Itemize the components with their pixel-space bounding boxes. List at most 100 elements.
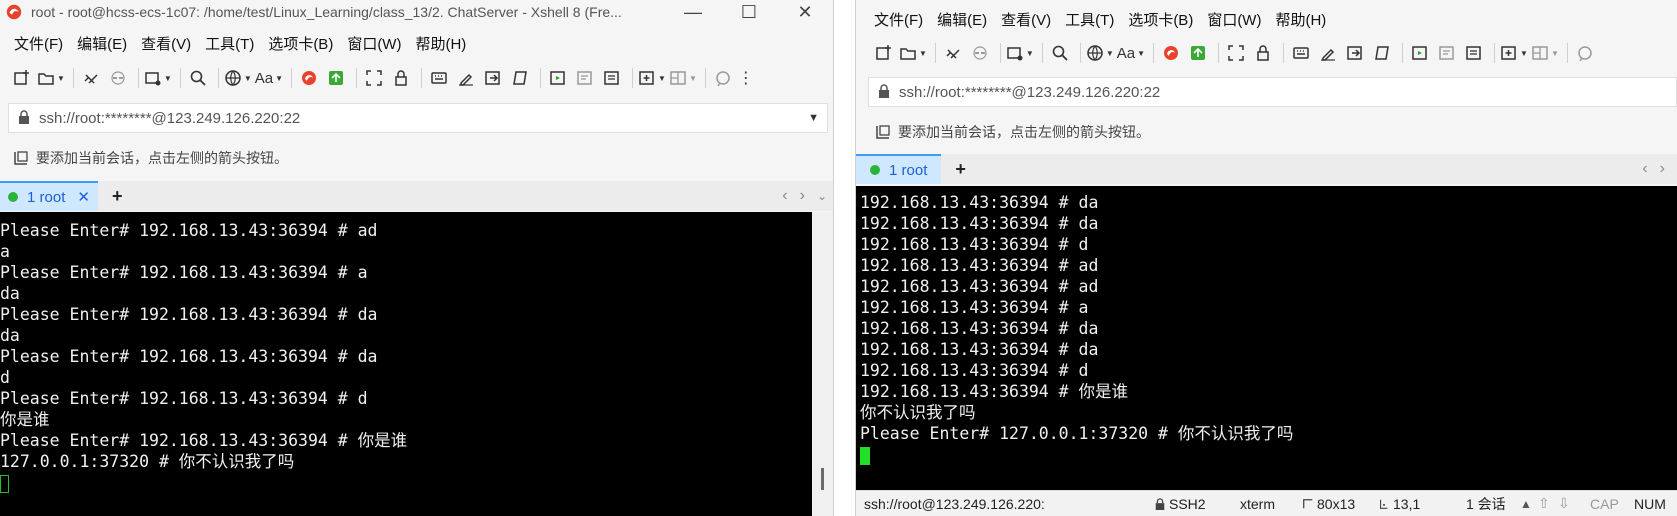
notes-icon[interactable] <box>1462 40 1486 66</box>
terminal-line: 192.168.13.43:36394 # a <box>860 298 1089 317</box>
tab-next-icon[interactable]: › <box>800 187 805 205</box>
tab-close-icon[interactable]: ✕ <box>77 188 90 206</box>
address-bar[interactable]: ssh://root:********@123.249.126.220:22 ▼ <box>8 103 828 133</box>
tab-prev-icon[interactable]: ‹ <box>1642 160 1647 178</box>
lock-icon <box>17 109 31 127</box>
notes-icon[interactable] <box>600 65 624 91</box>
keyboard-icon[interactable] <box>427 65 451 91</box>
tab-session-1[interactable]: 1 root ✕ <box>0 181 98 211</box>
menu-tools[interactable]: 工具(T) <box>205 33 254 54</box>
compose-bar-icon[interactable] <box>546 65 570 91</box>
tab-session-1[interactable]: 1 root <box>856 154 942 184</box>
menu-tab[interactable]: 选项卡(B) <box>1128 9 1193 30</box>
menu-edit[interactable]: 编辑(E) <box>937 9 987 30</box>
connect-icon[interactable] <box>79 65 103 91</box>
menu-window[interactable]: 窗口(W) <box>347 33 401 54</box>
menu-edit[interactable]: 编辑(E) <box>77 33 127 54</box>
open-folder-icon[interactable]: ▼ <box>899 40 927 66</box>
new-tab-icon[interactable]: ▼ <box>1500 40 1528 66</box>
menu-help[interactable]: 帮助(H) <box>1275 9 1326 30</box>
menu-view[interactable]: 查看(V) <box>141 33 191 54</box>
disconnect-icon[interactable] <box>106 65 130 91</box>
compose-bar-icon[interactable] <box>1408 40 1432 66</box>
xftp-icon[interactable] <box>1186 40 1210 66</box>
quick-commands-icon[interactable] <box>573 65 597 91</box>
address-dropdown-icon[interactable]: ▼ <box>808 112 819 124</box>
menu-file[interactable]: 文件(F) <box>874 9 923 30</box>
terminal-scrollbar[interactable] <box>812 212 833 516</box>
hint-text: 要添加当前会话，点击左侧的箭头按钮。 <box>36 150 288 166</box>
tab-bar: 1 root ✕ + ‹ › ⌄ <box>0 181 833 211</box>
xshell-logo-icon <box>6 4 22 20</box>
tab-next-icon[interactable]: › <box>1660 160 1665 178</box>
tab-list-icon[interactable]: ⌄ <box>817 189 827 203</box>
address-bar[interactable]: ssh://root:********@123.249.126.220:22 <box>868 77 1677 107</box>
globe-icon[interactable]: ▼ <box>224 65 252 91</box>
terminal-left[interactable]: Please Enter# 192.168.13.43:36394 # ad a… <box>0 212 812 516</box>
close-button[interactable]: ✕ <box>777 0 833 24</box>
font-icon[interactable]: Aa ▼ <box>255 65 283 91</box>
menu-window[interactable]: 窗口(W) <box>1207 9 1261 30</box>
disconnect-icon[interactable] <box>968 40 992 66</box>
transfer-icon[interactable] <box>481 65 505 91</box>
layout-icon[interactable]: ▼ <box>1531 40 1559 66</box>
chat-icon[interactable] <box>1573 40 1597 66</box>
maximize-button[interactable]: ☐ <box>721 0 777 24</box>
scroll-thumb[interactable] <box>821 468 824 490</box>
menu-view[interactable]: 查看(V) <box>1001 9 1051 30</box>
minimize-button[interactable]: — <box>665 0 721 24</box>
xshell-icon[interactable] <box>1159 40 1183 66</box>
search-icon[interactable] <box>186 65 210 91</box>
session-status-dot <box>8 192 18 202</box>
chat-icon[interactable] <box>711 65 735 91</box>
xftp-icon[interactable] <box>324 65 348 91</box>
font-icon[interactable]: Aa ▼ <box>1117 40 1145 66</box>
menu-help[interactable]: 帮助(H) <box>415 33 466 54</box>
menu-tools[interactable]: 工具(T) <box>1065 9 1114 30</box>
script-icon[interactable] <box>508 65 532 91</box>
new-tab-button[interactable]: + <box>112 186 123 207</box>
fullscreen-icon[interactable] <box>1224 40 1248 66</box>
tab-prev-icon[interactable]: ‹ <box>782 187 787 205</box>
highlight-icon[interactable] <box>454 65 478 91</box>
globe-icon[interactable]: ▼ <box>1086 40 1114 66</box>
title-bar: root - root@hcss-ecs-1c07: /home/test/Li… <box>0 0 833 24</box>
address-text[interactable]: ssh://root:********@123.249.126.220:22 <box>899 84 1676 101</box>
add-session-icon[interactable] <box>874 123 892 141</box>
terminal-line: a <box>0 242 10 261</box>
menu-file[interactable]: 文件(F) <box>14 33 63 54</box>
search-icon[interactable] <box>1048 40 1072 66</box>
new-window-icon[interactable]: ▼ <box>144 65 172 91</box>
transfer-icon[interactable] <box>1343 40 1367 66</box>
session-up-icon[interactable]: ▲ <box>1520 497 1538 511</box>
add-session-icon[interactable] <box>12 149 30 167</box>
xshell-icon[interactable] <box>297 65 321 91</box>
tab-label: 1 root <box>889 161 928 179</box>
quick-commands-icon[interactable] <box>1435 40 1459 66</box>
scroll-down-icon[interactable]: ⇩ <box>1558 495 1590 512</box>
keyboard-icon[interactable] <box>1289 40 1313 66</box>
layout-icon[interactable]: ▼ <box>669 65 697 91</box>
new-tab-icon[interactable]: ▼ <box>638 65 666 91</box>
menu-tab[interactable]: 选项卡(B) <box>268 33 333 54</box>
menu-bar: 文件(F) 编辑(E) 查看(V) 工具(T) 选项卡(B) 窗口(W) 帮助(… <box>0 30 833 56</box>
terminal-right[interactable]: 192.168.13.43:36394 # da 192.168.13.43:3… <box>856 186 1677 490</box>
window-divider <box>833 0 856 516</box>
new-window-icon[interactable]: ▼ <box>1006 40 1034 66</box>
fullscreen-icon[interactable] <box>362 65 386 91</box>
lock-icon[interactable] <box>389 65 413 91</box>
hint-text: 要添加当前会话，点击左侧的箭头按钮。 <box>898 124 1150 140</box>
lock-icon[interactable] <box>1251 40 1275 66</box>
lock-icon <box>877 83 891 101</box>
more-icon[interactable]: ⋮ <box>738 65 754 91</box>
connect-icon[interactable] <box>941 40 965 66</box>
address-text[interactable]: ssh://root:********@123.249.126.220:22 <box>39 110 808 127</box>
new-session-icon[interactable] <box>872 40 896 66</box>
open-folder-icon[interactable]: ▼ <box>37 65 65 91</box>
terminal-line: 192.168.13.43:36394 # 你是谁 <box>860 382 1129 401</box>
highlight-icon[interactable] <box>1316 40 1340 66</box>
scroll-up-icon[interactable]: ⇧ <box>1538 495 1558 512</box>
script-icon[interactable] <box>1370 40 1394 66</box>
new-tab-button[interactable]: + <box>955 159 966 180</box>
new-session-icon[interactable] <box>10 65 34 91</box>
